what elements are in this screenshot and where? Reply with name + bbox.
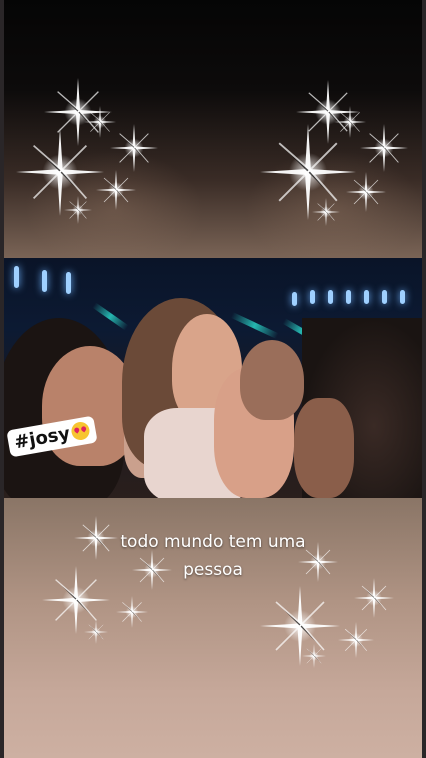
stage-light: [14, 266, 19, 288]
caption-line-1: todo mundo tem uma: [120, 532, 306, 552]
sparkle-icon: [64, 196, 92, 224]
sparkle-icon: [132, 550, 172, 590]
stage-light: [328, 290, 333, 304]
light-beam: [92, 302, 129, 331]
sparkle-icon: [302, 644, 326, 668]
sparkle-icon: [298, 542, 338, 582]
sparkle-icon: [360, 124, 408, 172]
sparkle-icon: [260, 586, 340, 666]
stage-light: [66, 272, 71, 294]
light-beam: [230, 312, 279, 339]
stage-light: [310, 290, 315, 304]
sparkle-icon: [260, 124, 356, 220]
stage-light: [42, 270, 47, 292]
frame-edge-right: [422, 0, 426, 758]
heart-eyes-emoji-icon: [70, 420, 91, 442]
sparkle-icon: [346, 172, 386, 212]
sparkle-icon: [116, 596, 148, 628]
sparkle-icon: [96, 170, 136, 210]
sparkle-icon: [84, 620, 108, 644]
stage-light: [292, 292, 297, 306]
person-right-arm: [294, 398, 354, 498]
stage-light: [346, 290, 351, 304]
stage-light: [400, 290, 405, 304]
person-right-face: [240, 340, 304, 420]
sparkle-icon: [354, 578, 394, 618]
sparkle-icon: [312, 198, 340, 226]
concert-photo: [4, 258, 422, 498]
sparkle-icon: [110, 124, 158, 172]
sparkle-icon: [74, 516, 118, 560]
story-frame: #josy todo mundo tem uma pessoa: [0, 0, 426, 758]
sparkle-icon: [338, 622, 374, 658]
stage-light: [382, 290, 387, 304]
stage-light: [364, 290, 369, 304]
